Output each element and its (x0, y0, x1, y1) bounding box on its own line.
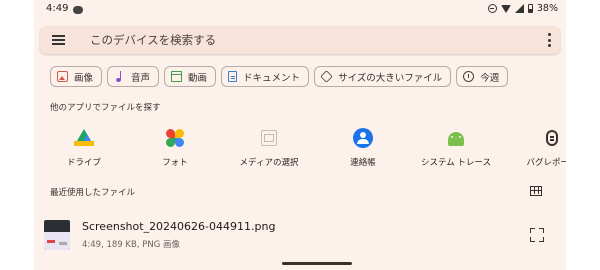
message-notification-icon (73, 6, 83, 14)
audio-icon (114, 71, 125, 82)
list-item[interactable]: Screenshot_20240626-044911.png 4:49, 189… (34, 214, 566, 260)
video-icon (171, 71, 183, 82)
app-label: ドライブ (66, 158, 101, 168)
right-margin (566, 0, 600, 270)
hamburger-menu-icon[interactable] (52, 35, 65, 45)
gesture-nav-bar[interactable] (282, 262, 352, 265)
other-apps-row: ドライブ フォト メディアの選択 連絡帳 システム トレース バグレポート (34, 124, 566, 172)
app-label: 連絡帳 (350, 158, 376, 168)
chip-videos[interactable]: 動画 (164, 66, 217, 87)
chip-label: 音声 (131, 72, 151, 84)
document-icon (228, 71, 238, 82)
status-time: 4:49 (46, 3, 69, 14)
other-apps-section-title: 他のアプリでファイルを探す (50, 103, 161, 113)
status-icons: 38% (487, 3, 558, 14)
contacts-icon (353, 128, 373, 148)
wifi-icon (500, 4, 511, 13)
expand-icon[interactable] (530, 228, 544, 242)
app-media-picker[interactable]: メディアの選択 (223, 124, 315, 172)
category-chips: 画像 音声 動画 ドキュメント サイズの大きいファイル 今週 (50, 66, 509, 87)
app-photos[interactable]: フォト (129, 124, 221, 172)
search-bar[interactable]: このデバイスを検索する (40, 26, 560, 54)
image-icon (57, 71, 68, 82)
app-label: システム トレース (420, 158, 492, 168)
bug-report-icon (546, 130, 558, 146)
google-drive-icon (74, 129, 94, 146)
chip-large-files[interactable]: サイズの大きいファイル (314, 66, 452, 87)
left-margin (0, 0, 34, 270)
chip-label: 動画 (188, 72, 208, 84)
app-drive[interactable]: ドライブ (38, 124, 130, 172)
more-options-icon[interactable] (546, 33, 552, 47)
app-system-trace[interactable]: システム トレース (410, 124, 502, 172)
system-trace-icon (448, 132, 464, 146)
chip-audio[interactable]: 音声 (107, 66, 160, 87)
file-thumbnail (44, 220, 70, 250)
recent-files-section-title: 最近使用したファイル (50, 188, 136, 198)
files-app: 4:49 38% このデバイスを検索する 画像 音声 動画 ドキュメント サイズ… (34, 0, 566, 270)
chip-this-week[interactable]: 今週 (456, 66, 509, 87)
file-name: Screenshot_20240626-044911.png (82, 220, 276, 233)
cell-signal-icon (514, 4, 524, 13)
tag-icon (320, 70, 333, 83)
app-label: メディアの選択 (239, 158, 299, 168)
chip-label: サイズの大きいファイル (338, 72, 443, 84)
chip-label: 画像 (74, 72, 94, 84)
battery-icon (527, 4, 533, 13)
grid-view-icon[interactable] (530, 186, 542, 196)
chip-documents[interactable]: ドキュメント (221, 66, 310, 87)
app-label: バグレポート (526, 158, 566, 168)
app-contacts[interactable]: 連絡帳 (317, 124, 409, 172)
app-bug-report[interactable]: バグレポート (506, 124, 566, 172)
history-icon (463, 71, 475, 82)
chip-label: ドキュメント (243, 72, 301, 84)
do-not-disturb-icon (487, 4, 497, 13)
chip-images[interactable]: 画像 (50, 66, 103, 87)
media-picker-icon (261, 130, 277, 146)
status-bar: 4:49 38% (34, 0, 566, 20)
battery-percent: 38% (536, 3, 558, 14)
chip-label: 今週 (480, 72, 500, 84)
file-meta: 4:49, 189 KB, PNG 画像 (82, 240, 180, 250)
app-label: フォト (162, 158, 188, 168)
google-photos-icon (165, 128, 185, 148)
search-input[interactable]: このデバイスを検索する (90, 32, 216, 48)
